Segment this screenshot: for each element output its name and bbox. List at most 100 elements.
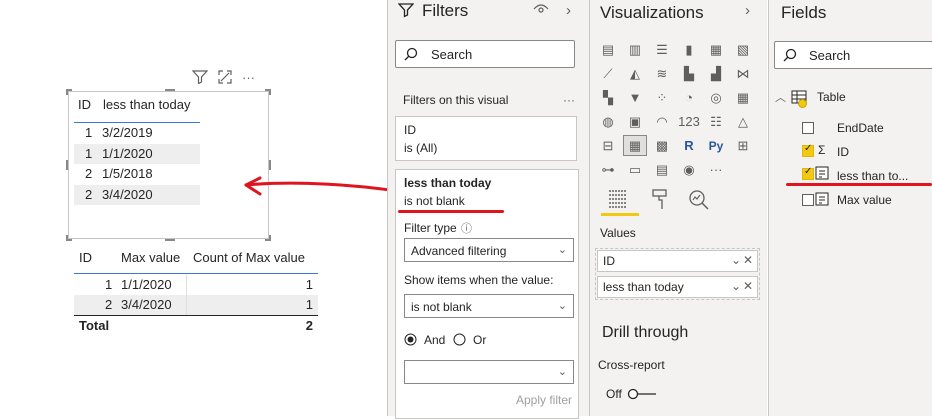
focus-mode-icon[interactable] [218, 69, 232, 87]
resize-handle[interactable] [165, 89, 175, 95]
fields-title: Fields [781, 3, 827, 22]
more-options-icon[interactable]: ··· [563, 93, 575, 107]
or-radio[interactable] [453, 333, 466, 349]
field-name[interactable]: less than to... [837, 169, 908, 183]
field-checkbox[interactable] [802, 166, 814, 180]
filters-title: Filters [422, 1, 469, 20]
paginated-report-icon[interactable]: ◉ [677, 159, 701, 180]
map-icon[interactable]: ◍ [596, 111, 620, 132]
field-name[interactable]: EndDate [837, 121, 884, 135]
stacked-area-icon[interactable]: ≋ [650, 63, 674, 84]
chevron-right-icon[interactable]: › [566, 2, 571, 19]
donut-chart-icon[interactable]: ◎ [704, 87, 728, 108]
qna-icon[interactable]: ▭ [623, 159, 647, 180]
table-name[interactable]: Table [817, 90, 846, 104]
cross-report-toggle[interactable] [627, 388, 657, 403]
eye-icon[interactable] [533, 3, 549, 18]
calculated-column-icon [815, 166, 829, 183]
filled-map-icon[interactable]: ▣ [623, 111, 647, 132]
filter-card-less-than-today: less than today is not blank Filter type… [395, 169, 579, 419]
line-stacked-column-icon[interactable]: ▟ [704, 63, 728, 84]
values-well-item[interactable]: ID ⌄ ✕ [597, 250, 758, 272]
scatter-icon[interactable]: ⁘ [650, 87, 674, 108]
cell-id: 1 [105, 277, 113, 292]
table-row: 2 3/4/2020 1 [74, 295, 318, 315]
python-visual-icon[interactable]: Py [704, 135, 728, 156]
funnel-icon[interactable]: ▼ [623, 87, 647, 108]
cell-count: 1 [305, 297, 313, 312]
filter-type-dropdown[interactable]: Advanced filtering ⌄ [404, 238, 574, 262]
condition-dropdown[interactable]: is not blank ⌄ [404, 294, 574, 318]
more-visuals-icon[interactable]: ··· [704, 159, 728, 180]
stacked-bar-icon[interactable]: ▤ [596, 39, 620, 60]
filter-card-id[interactable]: ID is (All) [395, 116, 577, 161]
search-placeholder: Search [431, 47, 473, 62]
r-visual-icon[interactable]: R [677, 135, 701, 156]
100-bar-icon[interactable]: ▦ [704, 39, 728, 60]
ribbon-chart-icon[interactable]: ⋈ [731, 63, 755, 84]
more-options-icon[interactable]: ··· [242, 71, 255, 85]
column-header[interactable]: less than today [103, 97, 190, 112]
smart-narrative-icon[interactable]: ▤ [650, 159, 674, 180]
column-header[interactable]: ID [78, 97, 91, 112]
decomposition-tree-icon[interactable]: ⊶ [596, 159, 620, 180]
filter-field-name[interactable]: less than today [404, 176, 491, 190]
chevron-down-icon[interactable]: ⌄ [731, 253, 741, 267]
values-well-item[interactable]: less than today ⌄ ✕ [597, 276, 758, 298]
analytics-magnifier-icon[interactable] [688, 189, 710, 214]
field-checkbox[interactable] [802, 122, 814, 134]
card-icon[interactable]: 123 [677, 111, 701, 132]
chevron-right-icon[interactable]: › [745, 2, 750, 19]
multi-row-card-icon[interactable]: ☷ [704, 111, 728, 132]
field-name[interactable]: ID [837, 145, 849, 159]
apply-filter-button[interactable]: Apply filter [516, 393, 572, 407]
clustered-column-icon[interactable]: ▮ [677, 39, 701, 60]
cell-max-value: 3/4/2020 [121, 297, 172, 312]
area-chart-icon[interactable]: ◭ [623, 63, 647, 84]
column-header[interactable]: Count of Max value [193, 250, 305, 265]
stacked-column-icon[interactable]: ▥ [623, 39, 647, 60]
annotation-underline [398, 210, 504, 213]
resize-handle[interactable] [66, 89, 72, 95]
clustered-bar-icon[interactable]: ☰ [650, 39, 674, 60]
field-checkbox[interactable] [802, 143, 814, 157]
resize-handle[interactable] [265, 160, 271, 170]
close-icon[interactable]: ✕ [743, 253, 753, 267]
second-condition-dropdown[interactable]: ⌄ [404, 360, 574, 384]
resize-handle[interactable] [265, 235, 271, 241]
filters-search-input[interactable]: Search [395, 40, 575, 68]
kpi-icon[interactable]: △ [731, 111, 755, 132]
chevron-down-icon[interactable]: ⌄ [731, 279, 741, 293]
close-icon[interactable]: ✕ [743, 279, 753, 293]
matrix-icon[interactable]: ▩ [650, 135, 674, 156]
table-row: 1 1/1/2020 1 [74, 275, 318, 295]
collapse-chevron-icon[interactable]: ︿ [775, 89, 786, 105]
resize-handle[interactable] [66, 160, 72, 170]
line-chart-icon[interactable]: ⟋ [596, 63, 620, 84]
resize-handle[interactable] [265, 89, 271, 95]
format-paint-roller-icon[interactable] [651, 188, 669, 213]
pie-chart-icon[interactable]: ◔ [677, 87, 701, 108]
fields-tab-icon[interactable] [607, 189, 629, 212]
treemap-icon[interactable]: ▦ [731, 87, 755, 108]
info-icon[interactable]: ⓘ [461, 220, 472, 236]
fields-search-input[interactable]: Search [774, 41, 932, 69]
gauge-icon[interactable]: ◠ [650, 111, 674, 132]
field-name[interactable]: Max value [837, 193, 892, 207]
table-icon[interactable]: ▦ [623, 135, 647, 156]
column-header[interactable]: Max value [121, 250, 180, 265]
100-column-icon[interactable]: ▧ [731, 39, 755, 60]
filter-icon[interactable] [191, 69, 209, 87]
resize-handle[interactable] [66, 235, 72, 241]
slicer-icon[interactable]: ⊟ [596, 135, 620, 156]
column-header[interactable]: ID [79, 250, 92, 265]
header-rule [74, 273, 318, 274]
key-influencers-icon[interactable]: ⊞ [731, 135, 755, 156]
field-checkbox[interactable] [802, 194, 814, 206]
cell-max-value: 1/1/2020 [121, 277, 172, 292]
search-placeholder: Search [809, 48, 851, 63]
resize-handle[interactable] [165, 235, 175, 241]
and-radio[interactable] [404, 333, 417, 349]
line-column-icon[interactable]: ▙ [677, 63, 701, 84]
waterfall-icon[interactable]: ▚ [596, 87, 620, 108]
